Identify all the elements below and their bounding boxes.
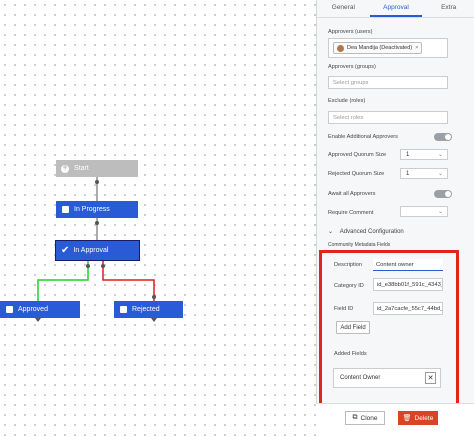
approved-quorum-label: Approved Quorum Size bbox=[328, 152, 387, 158]
checkmark-icon: ✔ bbox=[61, 244, 70, 256]
advanced-config-toggle[interactable]: ⌄ Advanced Configuration bbox=[328, 228, 404, 235]
trash-icon: 🗑 bbox=[402, 415, 412, 422]
approvers-groups-label: Approvers (groups) bbox=[328, 64, 376, 70]
close-icon[interactable]: ✕ bbox=[425, 372, 436, 384]
in-progress-node[interactable]: In Progress bbox=[56, 201, 138, 218]
enable-additional-label: Enable Additional Approvers bbox=[328, 134, 398, 140]
chevron-down-icon: ⌄ bbox=[437, 209, 443, 215]
rejected-quorum-select[interactable]: 1 ⌄ bbox=[400, 168, 448, 179]
description-input[interactable]: Content owner bbox=[373, 259, 443, 271]
category-id-input[interactable]: id_e38bb01f_591c_4343_ bbox=[373, 278, 443, 291]
tab-approval[interactable]: Approval bbox=[369, 0, 423, 17]
field-id-label: Field ID bbox=[334, 306, 354, 312]
rejected-node-label: Rejected bbox=[132, 306, 160, 313]
panel-footer bbox=[316, 403, 474, 438]
rejected-node[interactable]: Rejected bbox=[114, 301, 183, 318]
community-fields-label: Community Metadata Fields bbox=[328, 242, 391, 248]
checkbox-icon bbox=[6, 306, 13, 313]
rejected-quorum-value: 1 bbox=[406, 170, 410, 177]
approved-node[interactable]: Approved bbox=[0, 301, 80, 318]
exclude-roles-label: Exclude (roles) bbox=[328, 98, 366, 104]
delete-button[interactable]: 🗑 Delete bbox=[398, 411, 438, 425]
approved-node-label: Approved bbox=[18, 306, 48, 313]
tab-divider bbox=[317, 17, 474, 18]
select-groups-input[interactable]: Select groups bbox=[328, 76, 448, 89]
approver-chip[interactable]: Dea Mandija (Deactivated) × bbox=[333, 42, 423, 54]
added-field-label: Content Owner bbox=[340, 375, 381, 381]
select-roles-input[interactable]: Select roles bbox=[328, 111, 448, 124]
add-field-button[interactable]: Add Field bbox=[336, 321, 370, 334]
delete-button-label: Delete bbox=[414, 414, 434, 422]
rejected-quorum-label: Rejected Quorum Size bbox=[328, 171, 385, 177]
tab-extra[interactable]: Extra bbox=[422, 0, 474, 17]
workflow-canvas[interactable]: Start In Progress ✔ In Approval Approved… bbox=[0, 0, 316, 437]
enable-additional-toggle[interactable] bbox=[434, 133, 452, 141]
approved-quorum-select[interactable]: 1 ⌄ bbox=[400, 149, 448, 160]
checkbox-icon bbox=[62, 206, 69, 213]
in-progress-node-label: In Progress bbox=[74, 206, 110, 213]
copy-icon: ⧉ bbox=[352, 414, 358, 421]
avatar bbox=[337, 44, 344, 52]
approved-quorum-value: 1 bbox=[406, 151, 410, 158]
approvers-users-label: Approvers (users) bbox=[328, 29, 373, 35]
approver-chip-label: Dea Mandija (Deactivated) bbox=[347, 45, 413, 51]
chevron-down-icon: ⌄ bbox=[328, 229, 334, 235]
chevron-down-icon: ⌄ bbox=[437, 171, 443, 177]
await-all-label: Await all Approvers bbox=[328, 191, 376, 197]
advanced-config-label: Advanced Configuration bbox=[339, 229, 404, 235]
description-label: Description bbox=[334, 262, 362, 268]
in-approval-node-label: In Approval bbox=[73, 247, 109, 254]
added-field-item: Content Owner ✕ bbox=[333, 368, 441, 388]
await-all-toggle[interactable] bbox=[434, 190, 452, 198]
added-fields-label: Added Fields bbox=[334, 351, 367, 357]
field-id-input[interactable]: id_2a7cacfe_55c7_44bd_t bbox=[373, 302, 443, 315]
start-node[interactable]: Start bbox=[56, 160, 138, 177]
chevron-down-icon: ⌄ bbox=[437, 152, 443, 158]
tab-general[interactable]: General bbox=[317, 0, 370, 17]
require-comment-label: Require Comment bbox=[328, 210, 374, 216]
start-node-label: Start bbox=[74, 165, 89, 172]
require-comment-select[interactable]: ⌄ bbox=[400, 206, 448, 217]
category-id-label: Category ID bbox=[334, 283, 364, 289]
panel-tabs: General Approval Extra bbox=[317, 0, 474, 17]
clone-button[interactable]: ⧉ Clone bbox=[345, 411, 385, 425]
in-approval-node[interactable]: ✔ In Approval bbox=[55, 240, 140, 261]
workflow-connectors bbox=[35, 177, 157, 322]
remove-chip-icon[interactable]: × bbox=[415, 45, 418, 51]
clone-button-label: Clone bbox=[360, 414, 378, 422]
checkbox-icon bbox=[120, 306, 127, 313]
plus-circle-icon bbox=[61, 162, 69, 173]
